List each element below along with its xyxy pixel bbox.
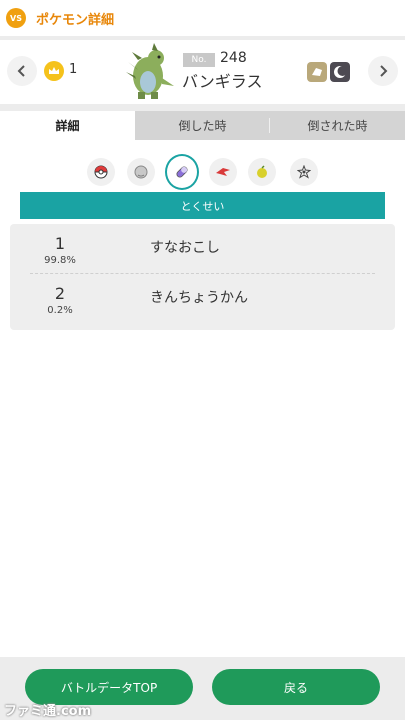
attack-move-icon[interactable] xyxy=(209,158,237,186)
rock-type-icon xyxy=(307,62,327,82)
pokeball-icon[interactable] xyxy=(87,158,115,186)
nature-icon[interactable] xyxy=(290,158,318,186)
ability-rank: 1 xyxy=(54,234,66,253)
page-title: ポケモン詳細 xyxy=(36,12,115,28)
ability-name: きんちょうかん xyxy=(150,290,248,306)
tab-bar: 詳細 倒した時 倒された時 xyxy=(0,111,405,140)
dark-type-icon xyxy=(330,62,350,82)
chevron-left-icon xyxy=(17,65,25,77)
watermark-logo: ファミ通.com xyxy=(4,704,92,719)
ability-rank: 2 xyxy=(54,284,66,303)
list-item: 1 99.8% すなおこし xyxy=(10,224,395,272)
tab-details[interactable]: 詳細 xyxy=(0,111,135,140)
ability-list: 1 99.8% すなおこし 2 0.2% きんちょうかん xyxy=(10,224,395,330)
ability-orb-icon[interactable] xyxy=(127,158,155,186)
crown-icon xyxy=(44,61,64,81)
category-selector xyxy=(0,154,405,190)
dex-number: 248 xyxy=(220,50,247,66)
chevron-right-icon xyxy=(380,65,388,77)
back-button[interactable]: 戻る xyxy=(212,669,380,705)
pokemon-header: 1 No. 248 バンギラス xyxy=(0,40,405,104)
capsule-icon[interactable] xyxy=(165,154,199,190)
tab-defeated-by[interactable]: 倒された時 xyxy=(270,111,405,140)
ability-percent: 99.8% xyxy=(44,255,76,266)
usage-rank: 1 xyxy=(69,62,78,77)
held-item-icon[interactable] xyxy=(248,158,276,186)
main-content: とくせい 1 99.8% すなおこし 2 0.2% きんちょうかん xyxy=(0,140,405,657)
app-bar: VS ポケモン詳細 xyxy=(0,0,405,36)
section-header-ability: とくせい xyxy=(20,192,385,219)
previous-pokemon-button[interactable] xyxy=(7,56,37,86)
dex-no-label: No. xyxy=(183,53,215,67)
tab-defeated[interactable]: 倒した時 xyxy=(135,111,270,140)
list-item: 2 0.2% きんちょうかん xyxy=(10,274,395,322)
ability-percent: 0.2% xyxy=(47,305,73,316)
vs-badge-icon: VS xyxy=(6,8,26,28)
next-pokemon-button[interactable] xyxy=(368,56,398,86)
pokemon-sprite xyxy=(126,43,174,99)
ability-name: すなおこし xyxy=(150,240,220,256)
pokemon-name: バンギラス xyxy=(182,72,263,91)
